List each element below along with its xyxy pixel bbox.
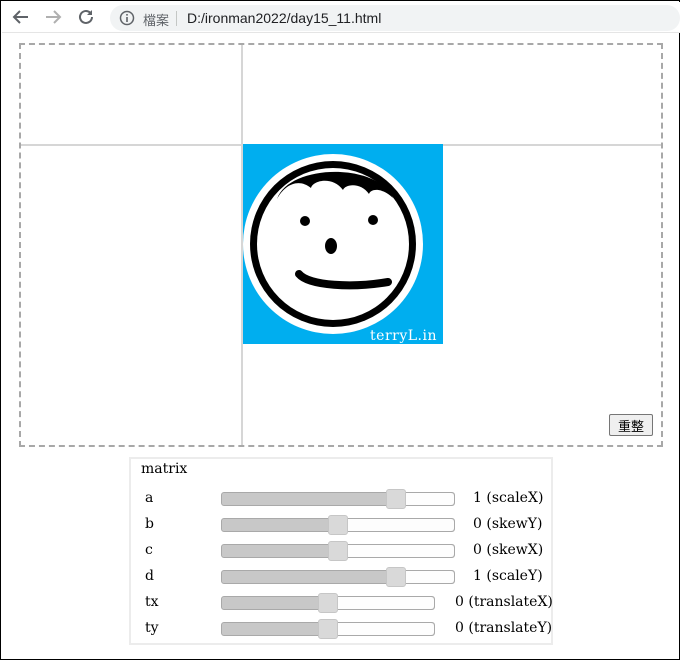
matrix-controls: matrix a 1 (scaleX) b 0 (skewY) c 0 (ske… [129,457,553,645]
back-arrow-icon[interactable] [10,6,32,28]
slider-remaining [330,623,434,635]
matrix-row-ty: ty 0 (translateY) [131,615,553,641]
row-value: 0 (translateY) [455,620,553,636]
transform-canvas: terryL.in 重整 [19,43,663,447]
row-value: 0 (skewY) [473,516,543,532]
reload-icon[interactable] [75,6,97,28]
row-label: c [145,542,153,558]
browser-window: 檔案 D:/ironman2022/day15_11.html terryL.i… [0,0,680,660]
matrix-row-d: d 1 (scaleY) [131,563,551,589]
slider-remaining [340,545,454,557]
slider-remaining [330,597,434,609]
info-icon[interactable] [118,9,136,27]
url-text[interactable]: D:/ironman2022/day15_11.html [187,10,381,26]
slider-d[interactable] [221,567,455,587]
matrix-row-a: a 1 (scaleX) [131,485,551,511]
row-value: 1 (scaleY) [473,568,543,584]
slider-thumb[interactable] [386,489,406,509]
row-value: 0 (translateX) [455,594,553,610]
smiley-face-drawing [243,154,423,334]
slider-thumb[interactable] [386,567,406,587]
protocol-label: 檔案 [143,14,170,29]
slider-remaining [400,571,454,583]
row-value: 0 (skewX) [473,542,544,558]
address-bar[interactable]: 檔案 D:/ironman2022/day15_11.html [110,5,680,31]
slider-a[interactable] [221,489,455,509]
slider-ty[interactable] [221,619,435,639]
browser-toolbar: 檔案 D:/ironman2022/day15_11.html [2,2,680,33]
matrix-row-tx: tx 0 (translateX) [131,589,553,615]
slider-tx[interactable] [221,593,435,613]
row-label: a [145,490,154,506]
reset-button[interactable]: 重整 [609,414,653,436]
matrix-row-b: b 0 (skewY) [131,511,551,537]
slider-thumb[interactable] [318,593,338,613]
slider-thumb[interactable] [328,515,348,535]
row-label: tx [145,594,159,610]
row-label: d [145,568,154,584]
address-divider [176,11,177,26]
slider-thumb[interactable] [328,541,348,561]
matrix-row-c: c 0 (skewX) [131,537,551,563]
slider-c[interactable] [221,541,455,561]
matrix-title: matrix [141,461,188,477]
image-signature: terryL.in [370,328,437,344]
slider-thumb[interactable] [318,619,338,639]
row-value: 1 (scaleX) [473,490,544,506]
slider-remaining [340,519,454,531]
avatar-image: terryL.in [243,144,443,344]
slider-b[interactable] [221,515,455,535]
slider-remaining [400,493,454,505]
row-label: ty [145,620,159,636]
row-label: b [145,516,154,532]
forward-arrow-icon[interactable] [42,6,64,28]
